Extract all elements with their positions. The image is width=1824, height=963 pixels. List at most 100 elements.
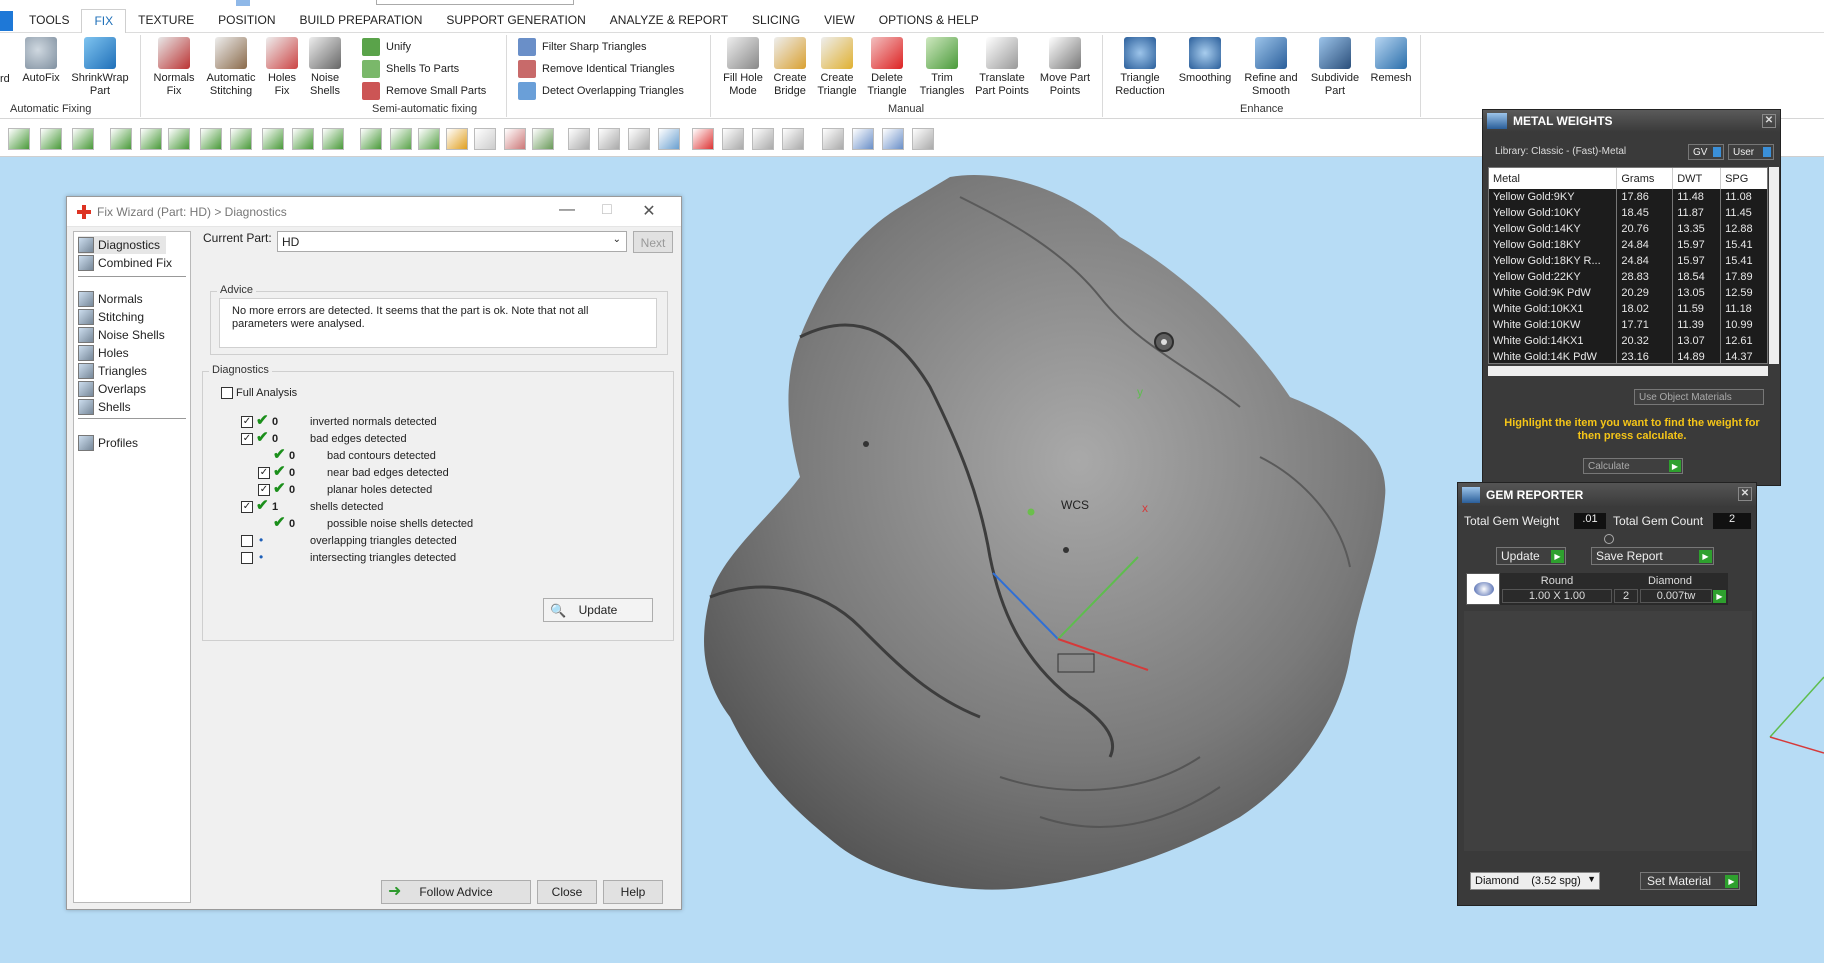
- table-row[interactable]: Yellow Gold:10KY 18.45 11.87 11.45: [1489, 205, 1767, 221]
- toolbar-tool-icon[interactable]: [628, 128, 650, 150]
- nav-item-noise-shells[interactable]: Noise Shells: [78, 326, 171, 344]
- follow-advice-button[interactable]: ➜ Follow Advice: [381, 880, 531, 904]
- checkbox[interactable]: ✓: [258, 484, 270, 496]
- toolbar-tool-icon[interactable]: [168, 128, 190, 150]
- shrinkwrap-button[interactable]: ShrinkWrap Part: [68, 37, 132, 98]
- remesh-button[interactable]: Remesh: [1366, 37, 1416, 85]
- table-row[interactable]: White Gold:14KX1 20.32 13.07 12.61: [1489, 333, 1767, 349]
- autofix-button[interactable]: AutoFix: [18, 37, 64, 85]
- save-report-button[interactable]: Save Report ▶: [1591, 547, 1714, 565]
- toolbar-tool-icon[interactable]: [140, 128, 162, 150]
- toolbar-tool-icon[interactable]: [418, 128, 440, 150]
- toolbar-tool-icon[interactable]: [360, 128, 382, 150]
- quick-search-box[interactable]: [376, 0, 574, 5]
- nav-item-diagnostics[interactable]: Diagnostics: [78, 236, 167, 254]
- menu-tab-tools[interactable]: TOOLS: [17, 9, 81, 33]
- toolbar-tool-icon[interactable]: [532, 128, 554, 150]
- translate-part-points-button[interactable]: Translate Part Points: [972, 37, 1032, 98]
- calculate-button[interactable]: Calculate ▶: [1583, 458, 1683, 474]
- file-menu-button[interactable]: [0, 11, 13, 31]
- toolbar-tool-icon[interactable]: [912, 128, 934, 150]
- table-row[interactable]: White Gold:14K PdW 23.16 14.89 14.37: [1489, 349, 1767, 363]
- detect-overlap-button[interactable]: Detect Overlapping Triangles: [518, 82, 684, 100]
- checkbox[interactable]: ✓: [241, 501, 253, 513]
- help-button[interactable]: Help: [603, 880, 663, 904]
- gem-row[interactable]: Round 1.00 X 1.00 Diamond 2 0.007tw ▶: [1466, 573, 1728, 605]
- noise-shells-button[interactable]: Noise Shells: [302, 37, 348, 98]
- nav-item-triangles[interactable]: Triangles: [78, 362, 153, 380]
- nav-item-holes[interactable]: Holes: [78, 344, 135, 362]
- move-part-points-button[interactable]: Move Part Points: [1036, 37, 1094, 98]
- create-bridge-button[interactable]: Create Bridge: [768, 37, 812, 98]
- nav-item-profiles[interactable]: Profiles: [78, 434, 144, 452]
- normals-fix-button[interactable]: Normals Fix: [146, 37, 202, 98]
- menu-tab-slicing[interactable]: SLICING: [740, 9, 812, 33]
- toolbar-tool-icon[interactable]: [692, 128, 714, 150]
- toolbar-tool-icon[interactable]: [852, 128, 874, 150]
- table-row[interactable]: Yellow Gold:22KY 28.83 18.54 17.89: [1489, 269, 1767, 285]
- toolbar-tool-icon[interactable]: [72, 128, 94, 150]
- menu-tab-options-help[interactable]: OPTIONS & HELP: [867, 9, 991, 33]
- toolbar-tool-icon[interactable]: [446, 128, 468, 150]
- play-icon[interactable]: ▶: [1713, 590, 1726, 603]
- toolbar-tool-icon[interactable]: [390, 128, 412, 150]
- close-icon[interactable]: ✕: [1738, 487, 1752, 501]
- delete-triangle-button[interactable]: Delete Triangle: [862, 37, 912, 98]
- create-triangle-button[interactable]: Create Triangle: [814, 37, 860, 98]
- remove-small-parts-button[interactable]: Remove Small Parts: [362, 82, 486, 100]
- toolbar-tool-icon[interactable]: [822, 128, 844, 150]
- nav-item-shells[interactable]: Shells: [78, 398, 137, 416]
- subdivide-part-button[interactable]: Subdivide Part: [1304, 37, 1366, 98]
- toolbar-tool-icon[interactable]: [722, 128, 744, 150]
- toolbar-tool-icon[interactable]: [882, 128, 904, 150]
- user-toggle[interactable]: User: [1728, 144, 1774, 160]
- menu-tab-fix[interactable]: FIX: [81, 9, 127, 33]
- menu-tab-support-generation[interactable]: SUPPORT GENERATION: [434, 9, 597, 33]
- toolbar-tool-icon[interactable]: [292, 128, 314, 150]
- menu-tab-build-preparation[interactable]: BUILD PREPARATION: [288, 9, 435, 33]
- table-row[interactable]: Yellow Gold:18KY 24.84 15.97 15.41: [1489, 237, 1767, 253]
- shells-to-parts-button[interactable]: Shells To Parts: [362, 60, 459, 78]
- close-button[interactable]: Close: [537, 880, 597, 904]
- current-part-select[interactable]: HD ⌄: [277, 231, 627, 252]
- checkbox[interactable]: [241, 552, 253, 564]
- remove-identical-button[interactable]: Remove Identical Triangles: [518, 60, 675, 78]
- toolbar-tool-icon[interactable]: [474, 128, 496, 150]
- auto-stitching-button[interactable]: Automatic Stitching: [200, 37, 262, 98]
- table-row[interactable]: Yellow Gold:14KY 20.76 13.35 12.88: [1489, 221, 1767, 237]
- minimize-icon[interactable]: —: [557, 201, 577, 219]
- smoothing-button[interactable]: Smoothing: [1174, 37, 1236, 85]
- toolbar-tool-icon[interactable]: [262, 128, 284, 150]
- holes-fix-button[interactable]: Holes Fix: [262, 37, 302, 98]
- set-material-button[interactable]: Set Material ▶: [1640, 872, 1740, 890]
- gem-reporter-titlebar[interactable]: GEM REPORTER ✕: [1458, 483, 1756, 507]
- toolbar-tool-icon[interactable]: [658, 128, 680, 150]
- toolbar-tool-icon[interactable]: [504, 128, 526, 150]
- metal-weights-titlebar[interactable]: METAL WEIGHTS ✕: [1483, 110, 1780, 132]
- checkbox[interactable]: ✓: [241, 433, 253, 445]
- toolbar-tool-icon[interactable]: [322, 128, 344, 150]
- refine-smooth-button[interactable]: Refine and Smooth: [1240, 37, 1302, 98]
- update-button[interactable]: 🔍 Update: [543, 598, 653, 622]
- material-select[interactable]: Diamond (3.52 spg) ▼: [1470, 872, 1600, 890]
- filter-sharp-button[interactable]: Filter Sharp Triangles: [518, 38, 647, 56]
- close-icon[interactable]: ✕: [1762, 114, 1776, 128]
- table-row[interactable]: Yellow Gold:18KY R... 24.84 15.97 15.41: [1489, 253, 1767, 269]
- unify-button[interactable]: Unify: [362, 38, 411, 56]
- fix-wizard-titlebar[interactable]: Fix Wizard (Part: HD) > Diagnostics — □ …: [67, 197, 681, 227]
- checkbox[interactable]: [221, 387, 233, 399]
- toolbar-tool-icon[interactable]: [40, 128, 62, 150]
- close-icon[interactable]: ✕: [639, 201, 659, 221]
- vertical-scrollbar[interactable]: [1769, 167, 1779, 364]
- nav-item-overlaps[interactable]: Overlaps: [78, 380, 152, 398]
- toolbar-tool-icon[interactable]: [200, 128, 222, 150]
- menu-tab-view[interactable]: VIEW: [812, 9, 867, 33]
- mesh-model[interactable]: [704, 175, 1386, 890]
- ribbon-cut-button[interactable]: rd: [0, 73, 12, 86]
- checkbox[interactable]: ✓: [241, 416, 253, 428]
- next-button[interactable]: Next: [633, 231, 673, 253]
- fill-hole-mode-button[interactable]: Fill Hole Mode: [718, 37, 768, 98]
- checkbox[interactable]: [241, 535, 253, 547]
- table-row[interactable]: White Gold:10KW 17.71 11.39 10.99: [1489, 317, 1767, 333]
- toolbar-tool-icon[interactable]: [8, 128, 30, 150]
